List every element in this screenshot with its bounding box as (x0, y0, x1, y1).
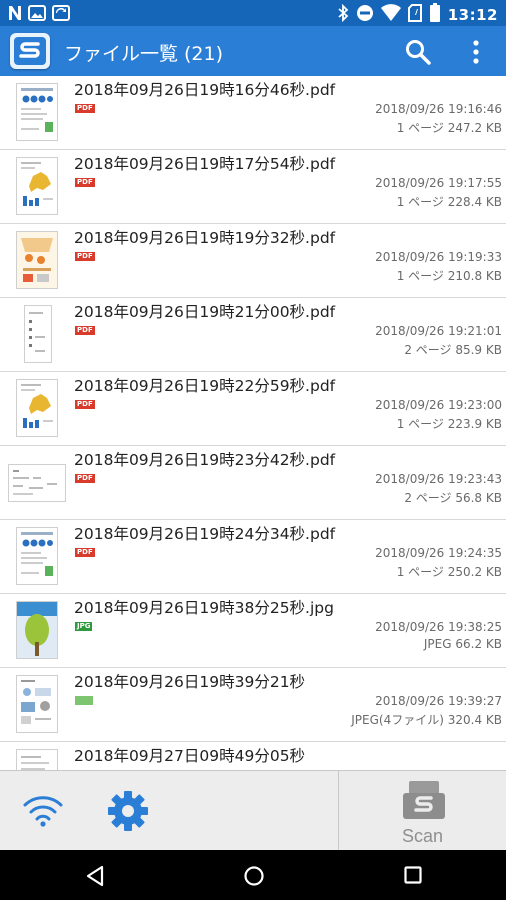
app-bar: ファイル一覧 (21) (0, 26, 506, 76)
file-name: 2018年09月26日19時24分34秒.pdf (74, 525, 336, 543)
no-sim-icon (407, 4, 422, 26)
file-name: 2018年09月26日19時38分25秒.jpg (74, 599, 334, 617)
pdf-file-icon: PDF (75, 548, 95, 557)
status-bar: 13:12 (0, 0, 506, 26)
file-date: 2018/09/26 19:19:33 (375, 250, 502, 264)
status-bar-system: 13:12 (337, 3, 498, 27)
file-row[interactable]: 2018年09月26日19時24分34秒.pdf PDF 2018/09/26 … (0, 520, 506, 594)
file-meta: 1 ページ 210.8 KB (396, 269, 502, 283)
file-thumbnail (16, 83, 58, 141)
file-meta: 1 ページ 247.2 KB (396, 121, 502, 135)
file-name: 2018年09月26日19時21分00秒.pdf (74, 303, 336, 321)
settings-button[interactable] (106, 789, 150, 833)
file-thumbnail (16, 527, 58, 585)
more-vert-icon (473, 40, 479, 64)
file-meta: JPEG 66.2 KB (423, 637, 502, 651)
battery-icon (429, 3, 441, 27)
file-meta: JPEG(4ファイル) 320.4 KB (351, 713, 502, 727)
file-row[interactable]: 2018年09月26日19時39分21秒 2018/09/26 19:39:27… (0, 668, 506, 742)
pdf-file-icon: PDF (75, 400, 95, 409)
file-name: 2018年09月26日19時19分32秒.pdf (74, 229, 336, 247)
pdf-file-icon: PDF (75, 104, 95, 113)
search-button[interactable] (404, 38, 432, 66)
sync-icon (52, 4, 70, 26)
wifi-connect-button[interactable] (22, 793, 64, 829)
file-row[interactable]: 2018年09月26日19時17分54秒.pdf PDF 2018/09/26 … (0, 150, 506, 224)
image-icon (28, 4, 46, 26)
file-thumbnail (8, 464, 66, 502)
do-not-disturb-icon (356, 4, 374, 26)
scansnap-logo-icon[interactable] (10, 33, 50, 69)
multi-jpg-file-icon (75, 696, 93, 705)
file-date: 2018/09/26 19:17:55 (375, 176, 502, 190)
pdf-file-icon: PDF (75, 178, 95, 187)
file-row[interactable]: 2018年09月26日19時22分59秒.pdf PDF 2018/09/26 … (0, 372, 506, 446)
file-name: 2018年09月26日19時16分46秒.pdf (74, 81, 336, 99)
file-thumbnail (24, 305, 52, 363)
file-meta: 1 ページ 223.9 KB (396, 417, 502, 431)
file-name: 2018年09月26日19時17分54秒.pdf (74, 155, 336, 173)
file-thumbnail (16, 675, 58, 733)
scan-button[interactable]: Scan (339, 771, 506, 851)
home-button[interactable] (243, 865, 265, 887)
recent-apps-icon (404, 866, 422, 884)
file-row[interactable]: 2018年09月26日19時16分46秒.pdf PDF 2018/09/26 … (0, 76, 506, 150)
jpg-file-icon: JPG (75, 622, 93, 631)
file-meta: 2 ページ 85.9 KB (404, 343, 502, 357)
pdf-file-icon: PDF (75, 474, 95, 483)
navigation-bar (0, 850, 506, 900)
search-icon (406, 40, 431, 65)
clock: 13:12 (447, 6, 498, 24)
file-meta: 2 ページ 56.8 KB (404, 491, 502, 505)
file-thumbnail (16, 157, 58, 215)
home-icon (244, 866, 264, 886)
file-name: 2018年09月27日09時49分05秒 (74, 747, 306, 765)
file-name: 2018年09月26日19時39分21秒 (74, 673, 306, 691)
n-icon (8, 5, 22, 25)
pdf-file-icon: PDF (75, 252, 95, 261)
bottom-bar: Scan (0, 770, 506, 851)
scanner-icon (401, 779, 447, 823)
recent-apps-button[interactable] (404, 866, 422, 884)
file-meta: 1 ページ 228.4 KB (396, 195, 502, 209)
file-row[interactable]: 2018年09月26日19時19分32秒.pdf PDF 2018/09/26 … (0, 224, 506, 298)
file-thumbnail (16, 379, 58, 437)
file-name: 2018年09月26日19時22分59秒.pdf (74, 377, 336, 395)
wifi-connect-icon (23, 796, 63, 827)
file-thumbnail (16, 231, 58, 289)
more-options-button[interactable] (468, 38, 484, 66)
file-row[interactable]: 2018年09月26日19時38分25秒.jpg JPG 2018/09/26 … (0, 594, 506, 668)
back-icon (86, 865, 104, 887)
status-bar-notifications (8, 4, 70, 26)
file-date: 2018/09/26 19:39:27 (375, 694, 502, 708)
file-date: 2018/09/26 19:24:35 (375, 546, 502, 560)
back-button[interactable] (84, 865, 106, 887)
file-count: (21) (184, 43, 224, 65)
file-row[interactable]: 2018年09月26日19時23分42秒.pdf PDF 2018/09/26 … (0, 446, 506, 520)
file-date: 2018/09/26 19:16:46 (375, 102, 502, 116)
file-name: 2018年09月26日19時23分42秒.pdf (74, 451, 336, 469)
file-meta: 1 ページ 250.2 KB (396, 565, 502, 579)
file-date: 2018/09/26 19:23:43 (375, 472, 502, 486)
file-row[interactable]: 2018年09月26日19時21分00秒.pdf PDF 2018/09/26 … (0, 298, 506, 372)
file-date: 2018/09/26 19:23:00 (375, 398, 502, 412)
page-title-text: ファイル一覧 (64, 43, 179, 65)
file-date: 2018/09/26 19:21:01 (375, 324, 502, 338)
scan-label: Scan (401, 826, 444, 846)
file-thumbnail (16, 601, 58, 659)
gear-icon (108, 791, 148, 831)
file-date: 2018/09/26 19:38:25 (375, 620, 502, 634)
page-title: ファイル一覧 (21) (64, 39, 223, 66)
file-thumbnail (16, 749, 58, 770)
file-row[interactable]: 2018年09月27日09時49分05秒 (0, 742, 506, 770)
bluetooth-icon (337, 3, 349, 26)
wifi-icon (380, 4, 401, 26)
pdf-file-icon: PDF (75, 326, 95, 335)
file-list[interactable]: 2018年09月26日19時16分46秒.pdf PDF 2018/09/26 … (0, 76, 506, 770)
